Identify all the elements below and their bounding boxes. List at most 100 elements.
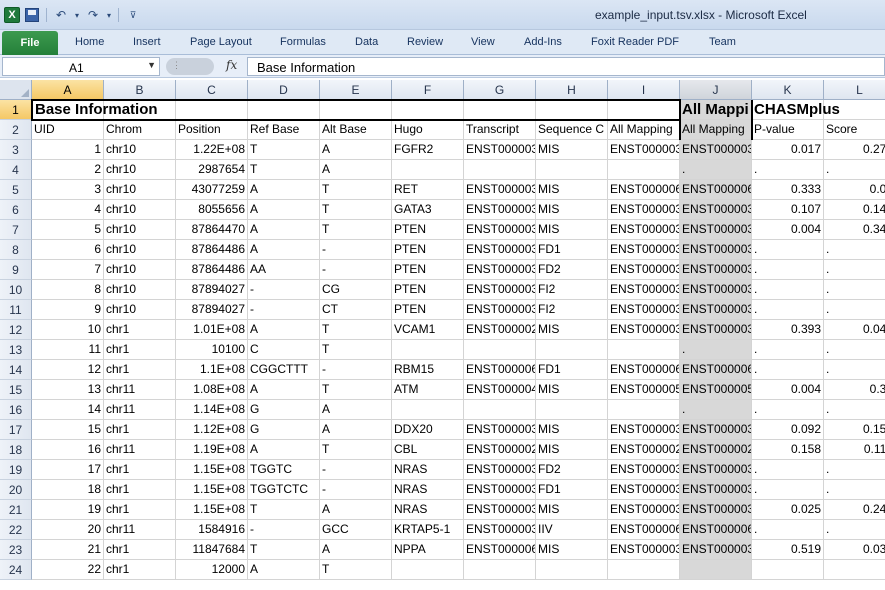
table-cell[interactable]: A (320, 400, 392, 420)
table-cell[interactable]: chr1 (104, 460, 176, 480)
table-cell[interactable]: ENST000003 (464, 260, 536, 280)
header-cell[interactable]: Transcript (464, 120, 536, 140)
table-cell[interactable]: CBL (392, 440, 464, 460)
table-cell[interactable]: ENST000003 (680, 140, 752, 160)
table-cell[interactable]: . (824, 520, 885, 540)
table-cell[interactable]: ENST000003 (680, 500, 752, 520)
column-header-g[interactable]: G (464, 80, 536, 100)
table-cell[interactable]: RBM15 (392, 360, 464, 380)
table-cell[interactable]: NPPA (392, 540, 464, 560)
table-cell[interactable]: . (824, 260, 885, 280)
table-cell[interactable]: chr1 (104, 320, 176, 340)
table-cell[interactable]: 0.092 (752, 420, 824, 440)
cell[interactable] (464, 100, 536, 120)
table-cell[interactable]: FD2 (536, 460, 608, 480)
table-cell[interactable]: ENST000003 (464, 180, 536, 200)
table-cell[interactable]: ENST000003 (464, 220, 536, 240)
table-cell[interactable]: 0.144 (824, 200, 885, 220)
row-header-19[interactable]: 19 (0, 460, 32, 480)
customize-qat-icon[interactable]: ⊽ (124, 6, 142, 24)
table-cell[interactable] (536, 400, 608, 420)
tab-data[interactable]: Data (355, 36, 378, 48)
table-cell[interactable]: - (248, 300, 320, 320)
header-cell[interactable]: All Mapping (608, 120, 680, 140)
table-cell[interactable]: 87894027 (176, 300, 248, 320)
table-cell[interactable]: 43077259 (176, 180, 248, 200)
table-cell[interactable]: chr11 (104, 520, 176, 540)
table-cell[interactable]: . (752, 400, 824, 420)
table-cell[interactable]: ENST000003. (680, 460, 752, 480)
table-cell[interactable]: KRTAP5-1 (392, 520, 464, 540)
row-header-7[interactable]: 7 (0, 220, 32, 240)
table-cell[interactable] (608, 560, 680, 580)
table-cell[interactable]: 10 (32, 320, 104, 340)
table-cell[interactable]: PTEN (392, 220, 464, 240)
table-cell[interactable]: 21 (32, 540, 104, 560)
table-cell[interactable]: FD2 (536, 260, 608, 280)
column-header-c[interactable]: C (176, 80, 248, 100)
table-cell[interactable]: 6 (32, 240, 104, 260)
table-cell[interactable] (536, 340, 608, 360)
row-header-18[interactable]: 18 (0, 440, 32, 460)
table-cell[interactable]: . (680, 340, 752, 360)
table-cell[interactable]: . (752, 160, 824, 180)
table-cell[interactable]: - (320, 240, 392, 260)
table-cell[interactable]: 0.025 (752, 500, 824, 520)
table-cell[interactable]: A (320, 540, 392, 560)
table-cell[interactable] (464, 160, 536, 180)
table-cell[interactable]: 18 (32, 480, 104, 500)
table-cell[interactable]: A (248, 560, 320, 580)
table-cell[interactable]: ENST000003 (608, 540, 680, 560)
table-cell[interactable]: MIS (536, 440, 608, 460)
table-cell[interactable]: . (680, 160, 752, 180)
table-cell[interactable]: ENST000003. (680, 300, 752, 320)
tab-page-layout[interactable]: Page Layout (190, 36, 252, 48)
table-cell[interactable]: T (320, 380, 392, 400)
table-cell[interactable]: A (248, 240, 320, 260)
row-header-6[interactable]: 6 (0, 200, 32, 220)
table-cell[interactable]: ENST000006. (680, 360, 752, 380)
row-header-20[interactable]: 20 (0, 480, 32, 500)
row-header-8[interactable]: 8 (0, 240, 32, 260)
header-cell[interactable]: UID (32, 120, 104, 140)
table-cell[interactable]: PTEN (392, 280, 464, 300)
table-cell[interactable]: ENST000003 (608, 300, 680, 320)
table-cell[interactable]: chr1 (104, 360, 176, 380)
header-cell[interactable]: Position (176, 120, 248, 140)
table-cell[interactable]: FD1 (536, 360, 608, 380)
table-cell[interactable]: T (248, 160, 320, 180)
table-cell[interactable]: A (320, 160, 392, 180)
table-cell[interactable]: T (320, 320, 392, 340)
table-cell[interactable]: chr10 (104, 260, 176, 280)
table-cell[interactable] (464, 340, 536, 360)
tab-file[interactable]: File (2, 31, 58, 55)
table-cell[interactable]: - (320, 360, 392, 380)
table-cell[interactable]: . (752, 460, 824, 480)
row-header-13[interactable]: 13 (0, 340, 32, 360)
table-cell[interactable]: 1.15E+08 (176, 460, 248, 480)
table-cell[interactable]: ENST000003 (608, 260, 680, 280)
table-cell[interactable]: 4 (32, 200, 104, 220)
table-cell[interactable]: chr1 (104, 540, 176, 560)
table-cell[interactable]: ENST000003 (464, 520, 536, 540)
table-cell[interactable]: 19 (32, 500, 104, 520)
table-cell[interactable]: 1.22E+08 (176, 140, 248, 160)
table-cell[interactable]: A (248, 440, 320, 460)
chevron-down-icon[interactable]: ▼ (147, 60, 156, 70)
table-cell[interactable]: MIS (536, 500, 608, 520)
redo-dropdown-icon[interactable]: ▾ (105, 6, 113, 24)
table-cell[interactable]: ATM (392, 380, 464, 400)
table-cell[interactable]: GATA3 (392, 200, 464, 220)
table-cell[interactable]: ENST000005 (680, 380, 752, 400)
save-icon[interactable] (23, 6, 41, 24)
table-cell[interactable]: 1.1E+08 (176, 360, 248, 380)
table-cell[interactable]: A (248, 380, 320, 400)
table-cell[interactable]: ENST000003 (608, 480, 680, 500)
table-cell[interactable]: 1.14E+08 (176, 400, 248, 420)
column-header-j[interactable]: J (680, 80, 752, 100)
table-cell[interactable]: 14 (32, 400, 104, 420)
table-cell[interactable]: chr10 (104, 180, 176, 200)
column-header-k[interactable]: K (752, 80, 824, 100)
table-cell[interactable]: 0.115 (824, 440, 885, 460)
table-cell[interactable]: DDX20 (392, 420, 464, 440)
